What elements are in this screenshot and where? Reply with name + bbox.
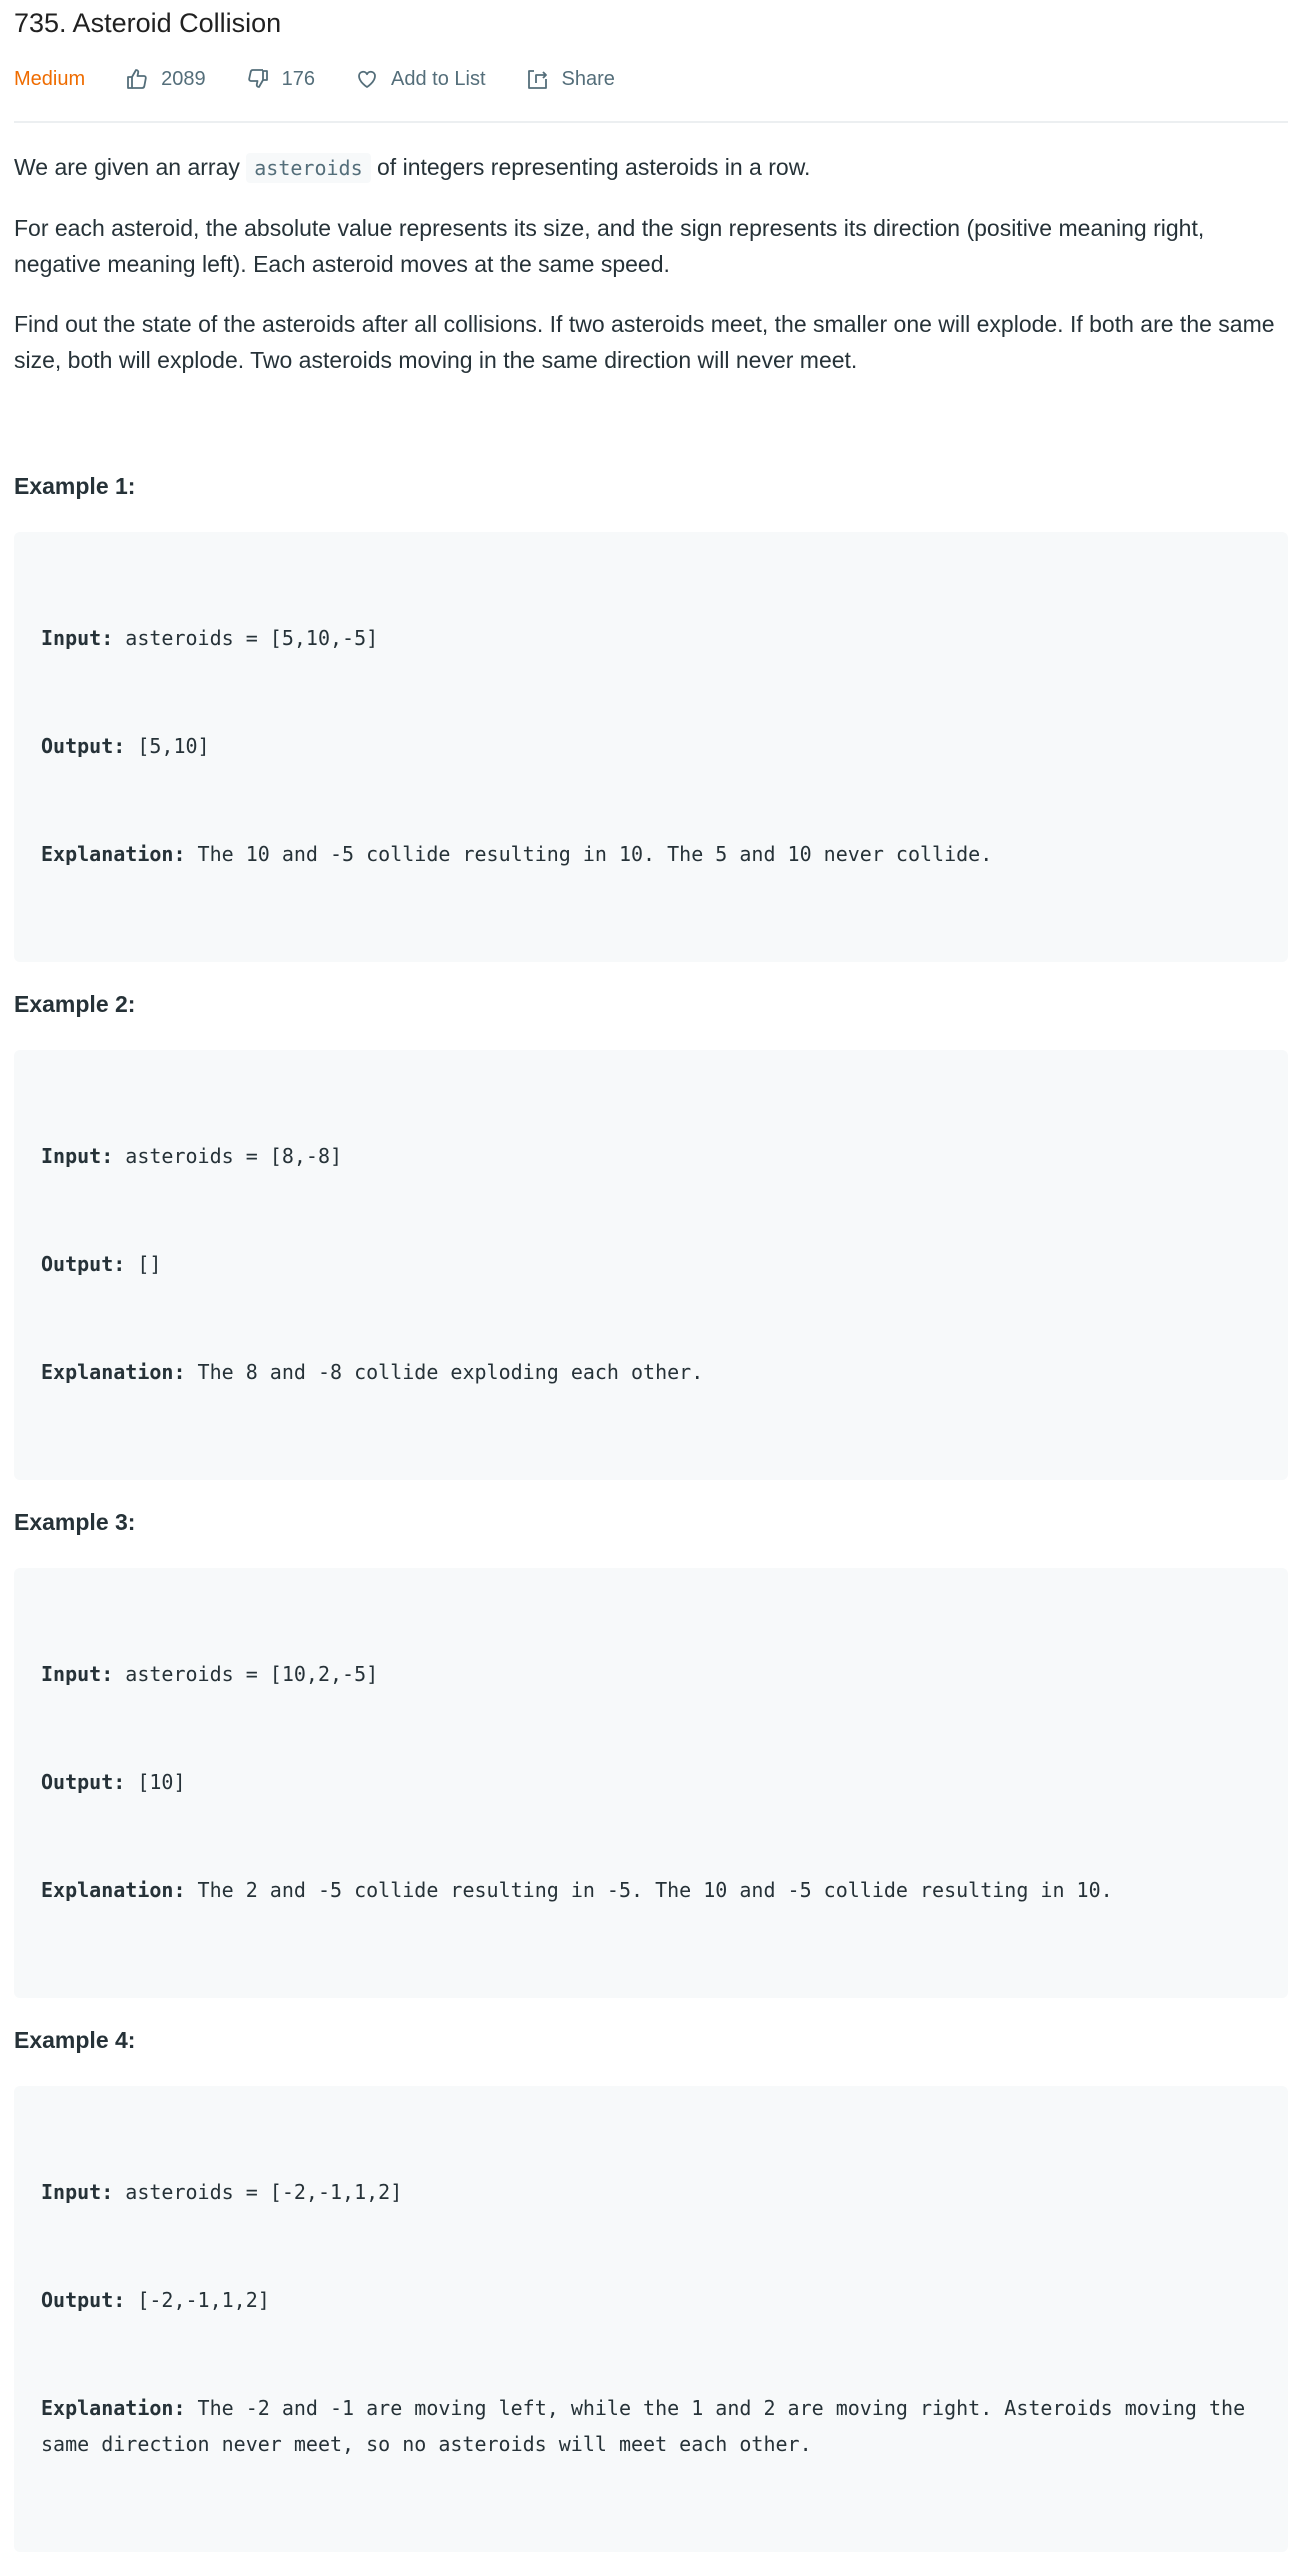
input-value: asteroids = [-2,-1,1,2]	[113, 2180, 403, 2204]
explanation-label: Explanation:	[41, 842, 186, 866]
input-value: asteroids = [10,2,-5]	[113, 1662, 379, 1686]
input-value: asteroids = [8,-8]	[113, 1144, 343, 1168]
heart-icon	[358, 70, 376, 88]
share-label: Share	[561, 67, 615, 90]
example-input-line: Input: asteroids = [5,10,-5]	[41, 620, 1262, 656]
add-to-list-button[interactable]: Add to List	[355, 67, 486, 91]
difficulty-badge: Medium	[14, 67, 86, 90]
problem-page: 735. Asteroid Collision Medium 2089 176 …	[0, 0, 1298, 2552]
input-value: asteroids = [5,10,-5]	[113, 626, 379, 650]
add-to-list-label: Add to List	[391, 67, 486, 90]
output-value: [10]	[125, 1770, 186, 1794]
example-explanation-line: Explanation: The 2 and -5 collide result…	[41, 1872, 1262, 1908]
dislike-button[interactable]: 176	[246, 67, 315, 91]
problem-description: We are given an array asteroids of integ…	[14, 149, 1288, 378]
input-label: Input:	[41, 1144, 114, 1168]
output-label: Output:	[41, 1252, 126, 1276]
output-value: []	[125, 1252, 162, 1276]
output-value: [-2,-1,1,2]	[125, 2288, 270, 2312]
example-title: Example 1:	[14, 473, 136, 499]
input-label: Input:	[41, 2180, 114, 2204]
description-paragraph: Find out the state of the asteroids afte…	[14, 311, 1275, 373]
example-block: Input: asteroids = [8,-8] Output: [] Exp…	[14, 1050, 1288, 1480]
inline-code: asteroids	[246, 153, 371, 183]
input-label: Input:	[41, 626, 114, 650]
example-block: Input: asteroids = [10,2,-5] Output: [10…	[14, 1568, 1288, 1998]
example-output-line: Output: [-2,-1,1,2]	[41, 2282, 1262, 2318]
example-input-line: Input: asteroids = [10,2,-5]	[41, 1656, 1262, 1692]
example-explanation-line: Explanation: The -2 and -1 are moving le…	[41, 2390, 1262, 2462]
example-block: Input: asteroids = [5,10,-5] Output: [5,…	[14, 532, 1288, 962]
description-paragraph: We are given an array asteroids of integ…	[14, 149, 1288, 186]
header-divider	[14, 121, 1288, 123]
thumbs-down-icon	[247, 69, 268, 88]
example-explanation-line: Explanation: The 10 and -5 collide resul…	[41, 836, 1262, 872]
example-output-line: Output: [5,10]	[41, 728, 1262, 764]
share-icon	[527, 70, 547, 89]
explanation-value: The -2 and -1 are moving left, while the…	[41, 2396, 1258, 2456]
output-label: Output:	[41, 2288, 126, 2312]
example-block: Input: asteroids = [-2,-1,1,2] Output: […	[14, 2086, 1288, 2552]
explanation-label: Explanation:	[41, 2396, 186, 2420]
explanation-value: The 2 and -5 collide resulting in -5. Th…	[185, 1878, 1113, 1902]
example-output-line: Output: [10]	[41, 1764, 1262, 1800]
like-button[interactable]: 2089	[125, 67, 206, 91]
explanation-label: Explanation:	[41, 1878, 186, 1902]
share-button[interactable]: Share	[526, 67, 615, 91]
output-label: Output:	[41, 734, 126, 758]
description-text: We are given an array	[14, 154, 247, 180]
explanation-label: Explanation:	[41, 1360, 186, 1384]
output-label: Output:	[41, 1770, 126, 1794]
example-explanation-line: Explanation: The 8 and -8 collide explod…	[41, 1354, 1262, 1390]
example-input-line: Input: asteroids = [-2,-1,1,2]	[41, 2174, 1262, 2210]
description-text: of integers representing asteroids in a …	[370, 154, 811, 180]
like-count: 2089	[161, 67, 206, 90]
output-value: [5,10]	[125, 734, 210, 758]
explanation-value: The 10 and -5 collide resulting in 10. T…	[185, 842, 993, 866]
dislike-count: 176	[281, 67, 316, 90]
example-output-line: Output: []	[41, 1246, 1262, 1282]
example-title: Example 4:	[14, 2027, 136, 2053]
thumbs-up-icon	[127, 69, 147, 89]
problem-title: 735. Asteroid Collision	[14, 8, 282, 38]
description-paragraph: For each asteroid, the absolute value re…	[14, 215, 1205, 277]
input-label: Input:	[41, 1662, 114, 1686]
example-title: Example 2:	[14, 991, 136, 1017]
example-title: Example 3:	[14, 1509, 136, 1535]
example-input-line: Input: asteroids = [8,-8]	[41, 1138, 1262, 1174]
explanation-value: The 8 and -8 collide exploding each othe…	[185, 1360, 704, 1384]
problem-meta-bar: Medium 2089 176 Add to List Share	[14, 59, 1288, 99]
